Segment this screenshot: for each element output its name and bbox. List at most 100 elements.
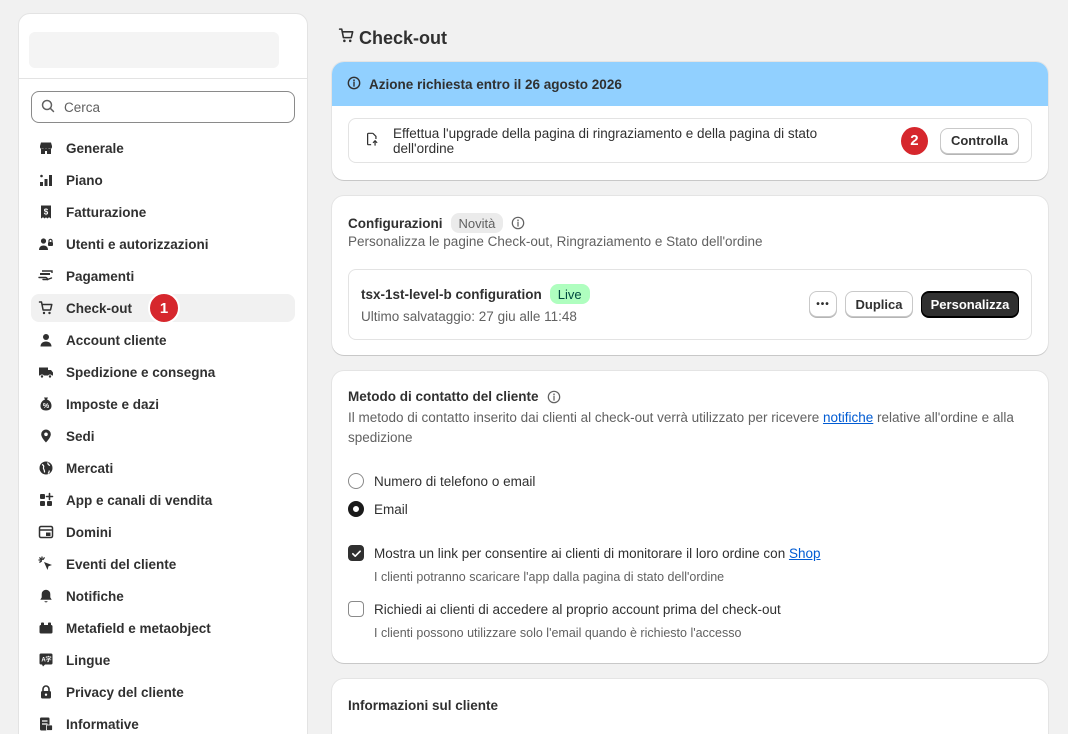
sidebar-item-label: Piano	[66, 172, 103, 188]
person-icon	[38, 332, 54, 348]
sidebar-item-notifiche[interactable]: Notifiche	[31, 582, 295, 610]
configurations-description: Personalizza le pagine Check-out, Ringra…	[348, 234, 763, 249]
sidebar-item-label: Account cliente	[66, 332, 167, 348]
shop-link-help: I clienti potranno scaricare l'app dalla…	[374, 570, 725, 584]
config-actions: ••• Duplica Personalizza	[809, 291, 1019, 317]
shop-link[interactable]: Shop	[789, 546, 821, 561]
sidebar-item-label: Check-out	[66, 300, 133, 316]
cart-icon	[338, 27, 355, 49]
sidebar-item-fatturazione[interactable]: $ Fatturazione	[31, 198, 295, 226]
domain-icon	[38, 524, 54, 540]
checkbox-unchecked[interactable]	[348, 601, 364, 617]
require-login-help: I clienti possono utilizzare solo l'emai…	[374, 626, 742, 640]
sidebar-item-label: Informative	[66, 716, 139, 732]
radio-label: Email	[374, 501, 408, 517]
action-required-banner: Azione richiesta entro il 26 agosto 2026…	[332, 62, 1048, 180]
more-actions-button[interactable]: •••	[809, 291, 837, 317]
shop-link-label-text: Mostra un link per consentire ai clienti…	[374, 545, 789, 561]
sidebar-item-app-e-canali-di-vendita[interactable]: App e canali di vendita	[31, 486, 295, 514]
svg-text:%: %	[43, 403, 50, 410]
checkmark-icon	[351, 549, 361, 557]
contact-title: Metodo di contatto del cliente	[348, 389, 539, 404]
configuration-item: tsx-1st-level-b configuration Live Ultim…	[348, 269, 1032, 340]
info-icon[interactable]	[547, 390, 561, 404]
sidebar-item-label: Notifiche	[66, 588, 124, 604]
sidebar-item-label: Spedizione e consegna	[66, 364, 216, 380]
radio-button-selected[interactable]	[348, 501, 364, 517]
customer-info-card: Informazioni sul cliente	[332, 679, 1048, 734]
sidebar-item-eventi-del-cliente[interactable]: Eventi del cliente	[31, 550, 295, 578]
configurations-card: Configurazioni Novità Personalizza le pa…	[332, 196, 1048, 355]
sidebar-item-check-out[interactable]: Check-out 1	[31, 292, 295, 324]
new-badge: Novità	[450, 213, 504, 233]
status-badge: Live	[549, 284, 590, 304]
info-icon	[347, 76, 361, 93]
contact-header: Metodo di contatto del cliente	[348, 389, 561, 404]
last-saved-text: Ultimo salvataggio: 27 giu alle 11:48	[361, 309, 577, 324]
radio-phone-or-email[interactable]: Numero di telefono o email	[348, 473, 535, 489]
sidebar-item-account-cliente[interactable]: Account cliente	[31, 326, 295, 354]
sidebar-item-domini[interactable]: Domini	[31, 518, 295, 546]
sidebar-item-label: App e canali di vendita	[66, 492, 213, 508]
bell-icon	[38, 588, 54, 604]
sidebar-item-label: Fatturazione	[66, 204, 147, 220]
billing-icon: $	[38, 204, 54, 220]
notifications-link[interactable]: notifiche	[823, 410, 873, 425]
sidebar-item-mercati[interactable]: Mercati	[31, 454, 295, 482]
sidebar-item-spedizione-e-consegna[interactable]: Spedizione e consegna	[31, 358, 295, 386]
svg-text:字: 字	[45, 656, 51, 664]
sidebar-item-sedi[interactable]: Sedi	[31, 422, 295, 450]
sidebar-item-label: Mercati	[66, 460, 114, 476]
sidebar-item-label: Imposte e dazi	[66, 396, 160, 412]
contact-description: Il metodo di contatto inserito dai clien…	[348, 408, 1032, 448]
banner-message: Effettua l'upgrade della pagina di ringr…	[393, 125, 818, 156]
contact-method-card: Metodo di contatto del cliente Il metodo…	[332, 371, 1048, 663]
sidebar-item-label: Eventi del cliente	[66, 556, 177, 572]
payments-icon	[38, 268, 54, 284]
sidebar-item-label: Privacy del cliente	[66, 684, 184, 700]
page-title: Check-out	[338, 27, 447, 49]
metafield-icon	[38, 620, 54, 636]
users-icon	[38, 236, 54, 252]
settings-sidebar: Cerca Generale Piano $ Fatturazione Utenti e…	[18, 13, 308, 734]
sidebar-item-label: Metafield e metaobject	[66, 620, 211, 636]
shop-link-label: Mostra un link per consentire ai clienti…	[374, 546, 820, 561]
duplicate-button[interactable]: Duplica	[845, 291, 913, 317]
radio-email[interactable]: Email	[348, 501, 408, 517]
require-login-checkbox-row[interactable]: Richiedi ai clienti di accedere al propr…	[348, 601, 781, 617]
upgrade-page-icon	[365, 132, 379, 149]
radio-label: Numero di telefono o email	[374, 473, 536, 489]
search-placeholder: Cerca	[64, 99, 101, 115]
sidebar-item-piano[interactable]: Piano	[31, 166, 295, 194]
lock-icon	[38, 684, 54, 700]
customize-button[interactable]: Personalizza	[921, 291, 1019, 317]
configurations-header: Configurazioni Novità	[348, 213, 525, 233]
contact-description-text: Il metodo di contatto inserito dai clien…	[348, 410, 823, 425]
cart-icon	[38, 300, 54, 316]
sidebar-item-lingue[interactable]: A 字 Lingue	[31, 646, 295, 674]
apps-icon	[38, 492, 54, 508]
sidebar-item-generale[interactable]: Generale	[31, 134, 295, 162]
sidebar-item-utenti-e-autorizzazioni[interactable]: Utenti e autorizzazioni	[31, 230, 295, 258]
truck-icon	[38, 364, 54, 380]
checkbox-checked[interactable]	[348, 545, 364, 561]
globe-icon	[38, 460, 54, 476]
review-button[interactable]: Controlla	[939, 127, 1019, 154]
shop-link-checkbox-row[interactable]: Mostra un link per consentire ai clienti…	[348, 545, 820, 561]
sidebar-item-imposte-e-dazi[interactable]: % Imposte e dazi	[31, 390, 295, 418]
info-icon[interactable]	[511, 216, 525, 230]
sidebar-item-label: Domini	[66, 524, 112, 540]
page-title-text: Check-out	[359, 27, 448, 48]
sidebar-item-privacy-del-cliente[interactable]: Privacy del cliente	[31, 678, 295, 706]
sidebar-nav: Generale Piano $ Fatturazione Utenti e autor…	[31, 134, 295, 734]
sidebar-item-metafield-e-metaobject[interactable]: Metafield e metaobject	[31, 614, 295, 642]
banner-title: Azione richiesta entro il 26 agosto 2026	[369, 76, 622, 92]
language-icon: A字	[38, 652, 54, 668]
search-input[interactable]: Cerca	[31, 91, 295, 123]
radio-button[interactable]	[348, 473, 364, 489]
sidebar-item-pagamenti[interactable]: Pagamenti	[31, 262, 295, 290]
step-badge-2: 2	[898, 124, 930, 157]
store-selector[interactable]	[29, 32, 279, 68]
sidebar-item-informative[interactable]: Informative	[31, 710, 295, 734]
sidebar-header	[19, 14, 307, 79]
